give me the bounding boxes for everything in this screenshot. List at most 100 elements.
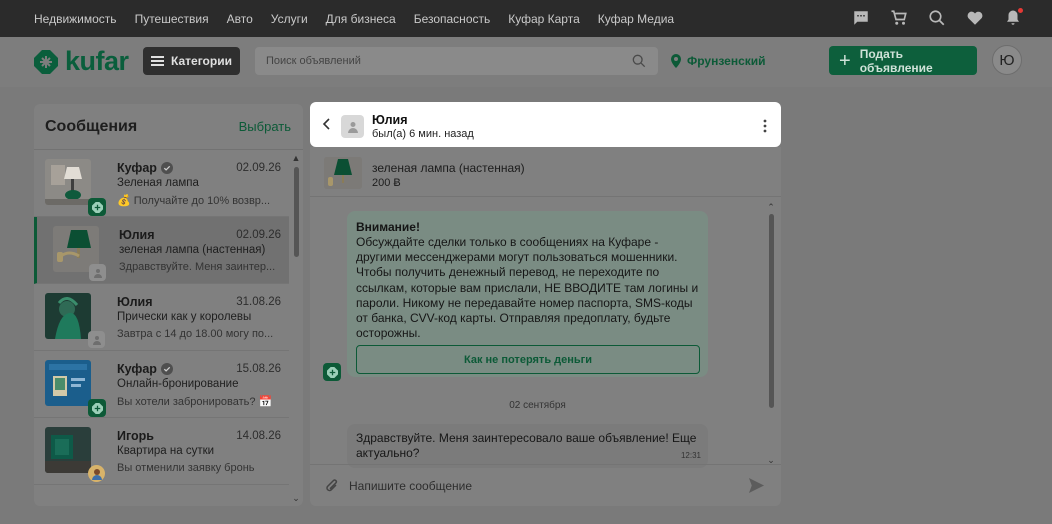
attach-icon[interactable] [325, 478, 339, 494]
nav-link-travel[interactable]: Путешествия [135, 12, 209, 26]
conversation-preview: Здравствуйте. Меня заинтер... [119, 261, 276, 273]
conversation-subject: Квартира на сутки [117, 445, 215, 457]
location-pin-icon [671, 54, 681, 68]
chat-body: зеленая лампа (настенная) 200 Ƀ Внимание… [310, 147, 781, 506]
contact-avatar[interactable] [341, 115, 364, 138]
messages-title: Сообщения [45, 117, 138, 135]
kufar-sender-icon [323, 363, 341, 381]
chat-icon[interactable] [852, 9, 870, 27]
conversation-item[interactable]: Игорь 14.08.26 Квартира на сутки Вы отме… [34, 418, 289, 485]
more-vertical-icon[interactable] [763, 119, 767, 133]
kufar-badge-icon [88, 198, 106, 216]
verified-icon [160, 363, 173, 375]
warning-title: Внимание! [356, 220, 420, 234]
contact-status: был(а) 6 мин. назад [372, 128, 474, 140]
date-separator: 02 сентября [509, 400, 566, 411]
menu-icon [151, 56, 165, 66]
product-bar[interactable]: зеленая лампа (настенная) 200 Ƀ [310, 147, 781, 197]
conversation-preview: Завтра с 14 до 18.00 могу по... [117, 328, 274, 340]
conversation-item[interactable]: Юлия 31.08.26 Прически как у королевы За… [34, 284, 289, 351]
safety-warning-message: Внимание! Обсуждайте сделки только в соо… [347, 211, 708, 377]
conversation-item[interactable]: Куфар 02.09.26 Зеленая лампа 💰 Получайте… [34, 150, 289, 217]
categories-button[interactable]: Категории [143, 47, 240, 75]
search-input[interactable] [255, 47, 615, 75]
logo-mark-icon [34, 49, 58, 74]
cart-icon[interactable] [890, 9, 908, 27]
conversation-item-active[interactable]: Юлия 02.09.26 зеленая лампа (настенная) … [34, 217, 289, 284]
nav-link-kufar-card[interactable]: Куфар Карта [508, 12, 580, 26]
conversation-name-text: Куфар [117, 362, 157, 376]
conversation-thumbnail [45, 427, 91, 473]
user-badge-icon [88, 331, 105, 348]
conversation-name: Юлия [119, 228, 155, 242]
scroll-up-icon[interactable]: ▲ [291, 153, 301, 163]
bell-icon[interactable] [1004, 8, 1023, 27]
message-input[interactable] [349, 476, 729, 496]
conversation-subject: Онлайн-бронирование [117, 378, 239, 390]
safety-tips-button[interactable]: Как не потерять деньги [356, 345, 700, 374]
conversation-date: 02.09.26 [236, 162, 281, 174]
post-ad-label: Подать объявление [859, 46, 933, 75]
user-badge-icon [89, 264, 106, 281]
logo-text: kufar [65, 46, 129, 76]
user-icon [347, 121, 358, 133]
top-navigation-bar: Недвижимость Путешествия Авто Услуги Для… [0, 0, 1052, 37]
search-heart-icon[interactable] [928, 9, 946, 27]
notification-dot [1018, 8, 1023, 13]
nav-link-safety[interactable]: Безопасность [414, 12, 491, 26]
location-label: Фрунзенский [687, 54, 766, 68]
chat-header: Юлия был(а) 6 мин. назад [310, 102, 781, 147]
message-time: 12:31 [680, 451, 701, 460]
search-icon[interactable] [632, 54, 646, 68]
scrollbar-thumb[interactable] [294, 167, 299, 257]
conversation-item[interactable]: Куфар 15.08.26 Онлайн-бронирование Вы хо… [34, 351, 289, 418]
location-selector[interactable]: Фрунзенский [670, 54, 766, 68]
send-icon[interactable] [748, 477, 765, 494]
conversation-preview: Вы отменили заявку бронь [117, 462, 255, 474]
conversation-preview: 💰 Получайте до 10% возвр... [117, 195, 271, 207]
warning-text: Обсуждайте сделки только в сообщениях на… [356, 235, 699, 341]
conversation-preview: Вы хотели забронировать? 📅 [117, 396, 273, 408]
product-title: зеленая лампа (настенная) [372, 161, 525, 175]
messages-header: Сообщения Выбрать [34, 104, 303, 150]
messages-panel: Сообщения Выбрать Куфар 02.09.26 Зеленая… [34, 104, 303, 506]
nav-link-realty[interactable]: Недвижимость [34, 12, 117, 26]
categories-label: Категории [171, 54, 232, 68]
conversation-subject: Прически как у королевы [117, 311, 252, 323]
conversation-thumbnail [45, 360, 91, 406]
conversation-name: Игорь [117, 429, 154, 443]
nav-link-business[interactable]: Для бизнеса [326, 12, 396, 26]
conversations-scrollbar[interactable]: ▲ ⌄ [291, 151, 301, 506]
conversation-name: Куфар [117, 362, 173, 376]
kufar-badge-icon [88, 399, 106, 417]
kufar-logo[interactable]: kufar [33, 46, 129, 77]
back-icon[interactable] [322, 117, 332, 131]
product-thumbnail [324, 157, 362, 189]
nav-link-services[interactable]: Услуги [271, 12, 308, 26]
post-ad-button[interactable]: + Подать объявление [829, 46, 977, 75]
search-box [255, 47, 658, 75]
verified-icon [160, 162, 173, 174]
contact-name: Юлия [372, 113, 408, 127]
nav-link-kufar-media[interactable]: Куфар Медиа [598, 12, 674, 26]
select-button[interactable]: Выбрать [239, 119, 291, 134]
conversation-date: 31.08.26 [236, 296, 281, 308]
conversation-thumbnail [45, 159, 91, 205]
product-price: 200 Ƀ [372, 177, 401, 189]
conversation-date: 15.08.26 [236, 363, 281, 375]
site-header: kufar Категории Фрунзенский + Подать объ… [0, 37, 1052, 87]
message-bubble: Здравствуйте. Меня заинтересовало ваше о… [347, 424, 708, 468]
scrollbar-thumb[interactable] [769, 214, 774, 408]
conversation-name: Куфар [117, 161, 173, 175]
nav-link-auto[interactable]: Авто [227, 12, 253, 26]
chat-scrollbar[interactable]: ⌃ ⌄ [765, 202, 777, 465]
chevron-up-icon[interactable]: ⌃ [765, 202, 777, 213]
user-avatar[interactable]: Ю [992, 45, 1022, 75]
plus-icon: + [839, 49, 851, 72]
chevron-down-icon[interactable]: ⌄ [291, 493, 301, 504]
conversation-name-text: Куфар [117, 161, 157, 175]
conversation-subject: зеленая лампа (настенная) [119, 244, 266, 256]
message-text: Здравствуйте. Меня заинтересовало ваше о… [356, 431, 697, 460]
heart-icon[interactable] [966, 9, 984, 27]
conversation-date: 14.08.26 [236, 430, 281, 442]
